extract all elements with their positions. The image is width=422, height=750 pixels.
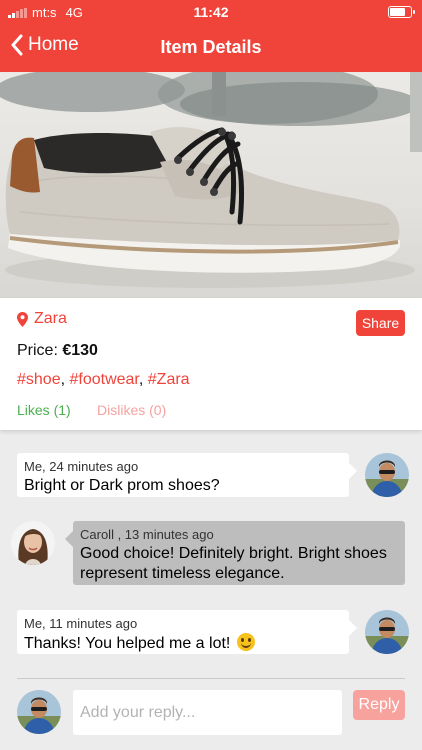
comment-text: Thanks! You helped me a lot! <box>24 633 342 654</box>
slightly-smiling-face-icon <box>236 633 255 651</box>
user-avatar-image <box>365 610 409 654</box>
comment-text: Good choice! Definitely bright. Bright s… <box>80 544 398 584</box>
comment-text: Bright or Dark prom shoes? <box>24 477 220 494</box>
comment-meta: Me, 24 minutes ago <box>24 459 139 474</box>
comment-text-line: represent timeless elegance. <box>80 565 285 582</box>
avatar[interactable] <box>17 690 61 734</box>
status-bar: mt:s 4G 11:42 <box>0 0 422 24</box>
tag-list: #shoe, #footwear, #Zara <box>17 371 190 388</box>
reply-button[interactable]: Reply <box>353 690 405 720</box>
comment-bubble: Caroll , 13 minutes ago Good choice! Def… <box>65 521 405 585</box>
chevron-left-icon <box>11 34 23 56</box>
price-value: €130 <box>62 342 98 359</box>
map-pin-icon <box>17 311 28 327</box>
price: Price: €130 <box>17 342 98 360</box>
shoe-image <box>0 72 422 288</box>
comment-meta: Caroll , 13 minutes ago <box>80 527 214 542</box>
share-button[interactable]: Share <box>356 310 405 336</box>
divider <box>17 678 405 679</box>
reply-input[interactable] <box>73 690 342 735</box>
comment-text-content: Thanks! You helped me a lot! <box>24 635 231 652</box>
comment-bubble: Me, 11 minutes ago Thanks! You helped me… <box>17 610 357 654</box>
price-label: Price: <box>17 342 58 359</box>
comment-meta: Me, 11 minutes ago <box>24 616 138 631</box>
avatar[interactable] <box>365 610 409 654</box>
status-time: 11:42 <box>193 4 229 20</box>
tag-link[interactable]: #footwear <box>69 371 138 388</box>
item-photo[interactable] <box>0 72 422 298</box>
back-button[interactable]: Home <box>10 34 79 56</box>
user-avatar-image <box>365 453 409 497</box>
avatar[interactable] <box>365 453 409 497</box>
store-name: Zara <box>34 310 67 327</box>
avatar[interactable] <box>11 521 55 565</box>
likes-button[interactable]: Likes (1) <box>17 402 71 418</box>
store-link[interactable]: Zara <box>17 310 67 328</box>
tag-link[interactable]: #shoe <box>17 371 61 388</box>
battery-icon <box>388 6 415 18</box>
comment-bubble: Me, 24 minutes ago Bright or Dark prom s… <box>17 453 357 497</box>
dislikes-button[interactable]: Dislikes (0) <box>97 402 166 418</box>
comment-text-line: Good choice! Definitely bright. Bright s… <box>80 545 387 562</box>
back-label: Home <box>28 34 79 55</box>
tag-link[interactable]: #Zara <box>148 371 190 388</box>
item-info-card: Zara Share Price: €130 #shoe, #footwear,… <box>0 298 422 430</box>
app-header: mt:s 4G 11:42 Home Item Details <box>0 0 422 72</box>
user-avatar-image <box>17 690 61 734</box>
user-avatar-image <box>11 521 55 565</box>
nav-bar: Home Item Details <box>0 28 422 68</box>
